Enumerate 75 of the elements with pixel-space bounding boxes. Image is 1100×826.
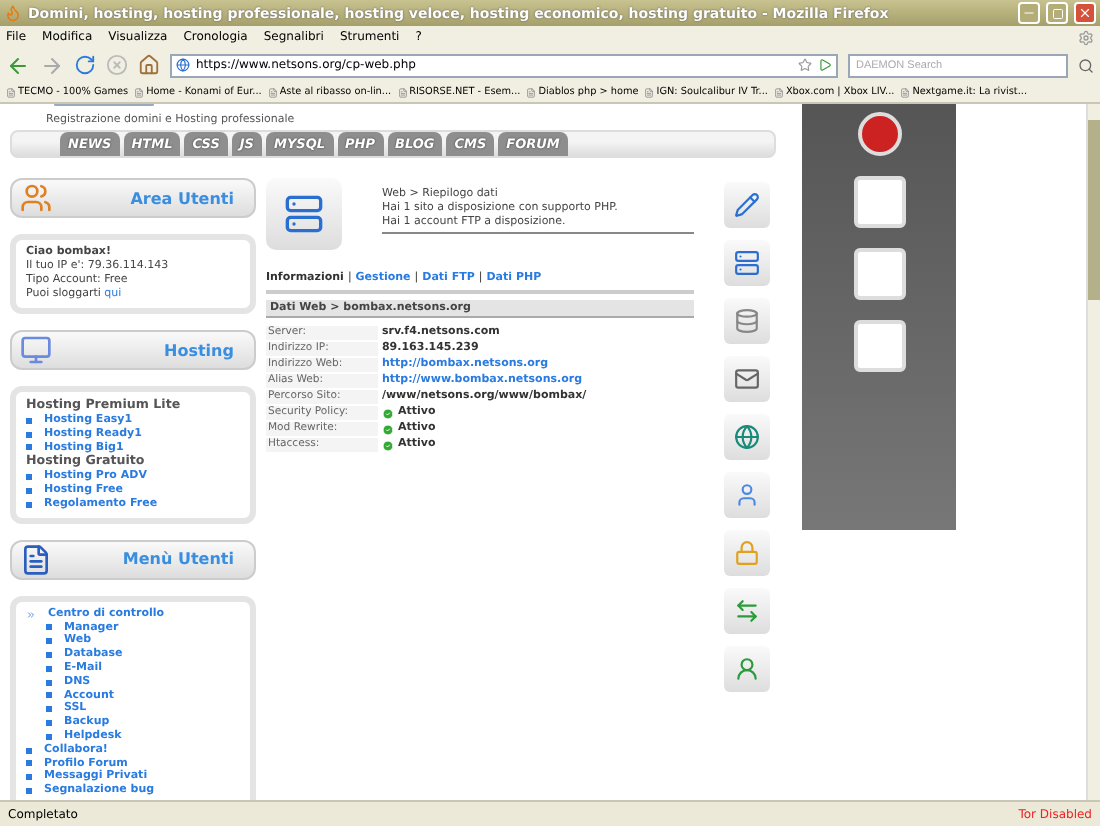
bullet-icon: [26, 431, 32, 438]
badge-drawing: [853, 176, 905, 228]
scrollbar[interactable]: [1086, 104, 1100, 800]
bullet-icon: [46, 652, 52, 659]
server-icon: [734, 250, 761, 276]
tool-button[interactable]: [724, 472, 771, 518]
globe-icon: [176, 58, 190, 72]
user-icon: [734, 656, 761, 682]
search-icon: [1078, 57, 1094, 73]
close-button[interactable]: [1074, 2, 1096, 24]
bullet-icon: [26, 774, 32, 781]
bullet-icon: [26, 417, 32, 424]
check-icon: [381, 423, 394, 435]
badge-drawing: [857, 112, 901, 156]
reload-icon: [74, 54, 96, 76]
tool-button[interactable]: [724, 356, 771, 402]
users-icon: [20, 182, 52, 214]
forward-icon: [40, 53, 64, 77]
panel-title: Area Utenti: [130, 189, 234, 207]
close-icon: [1078, 6, 1092, 20]
tool-button[interactable]: [724, 298, 771, 344]
monitor-icon: [20, 334, 52, 366]
bullet-icon: [46, 679, 52, 686]
tool-button[interactable]: [724, 588, 771, 634]
go-icon: [818, 58, 832, 72]
double-chevron-icon: [26, 609, 36, 620]
bullet-icon: [46, 692, 52, 699]
bullet-icon: [46, 624, 52, 631]
tool-button[interactable]: [724, 646, 771, 692]
page-icon: [267, 87, 278, 97]
page-icon: [773, 87, 784, 97]
bullet-icon: [26, 501, 32, 508]
bullet-icon: [26, 760, 32, 767]
page-icon: [900, 87, 911, 97]
bullet-icon: [46, 706, 52, 713]
mail-icon: [734, 366, 761, 392]
badge-drawing: [853, 248, 905, 300]
bullet-icon: [46, 733, 52, 740]
tool-button[interactable]: [724, 414, 771, 460]
back-icon: [6, 53, 30, 77]
maximize-button[interactable]: [1046, 2, 1068, 24]
stop-icon: [106, 54, 128, 76]
page-icon: [397, 87, 408, 97]
globe-icon: [734, 424, 761, 450]
page-icon: [6, 87, 16, 97]
check-icon: [381, 407, 394, 419]
lock-icon: [734, 540, 761, 566]
panel-title: Menù Utenti: [122, 550, 234, 569]
bullet-icon: [46, 720, 52, 727]
minimize-button[interactable]: [1018, 2, 1040, 24]
pencil-icon: [734, 192, 761, 218]
settings-icon: [1078, 29, 1094, 45]
page-icon: [644, 87, 655, 97]
bullet-icon: [26, 747, 32, 754]
maximize-icon: [1051, 7, 1063, 19]
transfer-icon: [734, 598, 761, 624]
server-icon: [283, 194, 324, 234]
badge-drawing: [853, 320, 905, 372]
bullet-icon: [26, 444, 32, 451]
minimize-icon: [1022, 6, 1036, 20]
user-icon: [734, 482, 761, 508]
page-icon: [134, 87, 145, 97]
bullet-icon: [26, 474, 32, 481]
database-icon: [734, 308, 761, 334]
panel-title: Hosting: [164, 341, 234, 359]
check-icon: [381, 439, 394, 451]
bullet-icon: [26, 788, 32, 795]
tool-button[interactable]: [724, 240, 771, 286]
home-icon: [138, 54, 160, 76]
tool-button[interactable]: [724, 182, 771, 228]
page-icon: [526, 87, 537, 97]
bullet-icon: [46, 638, 52, 645]
bullet-icon: [46, 665, 52, 672]
star-icon: [798, 58, 812, 72]
bullet-icon: [26, 488, 32, 495]
